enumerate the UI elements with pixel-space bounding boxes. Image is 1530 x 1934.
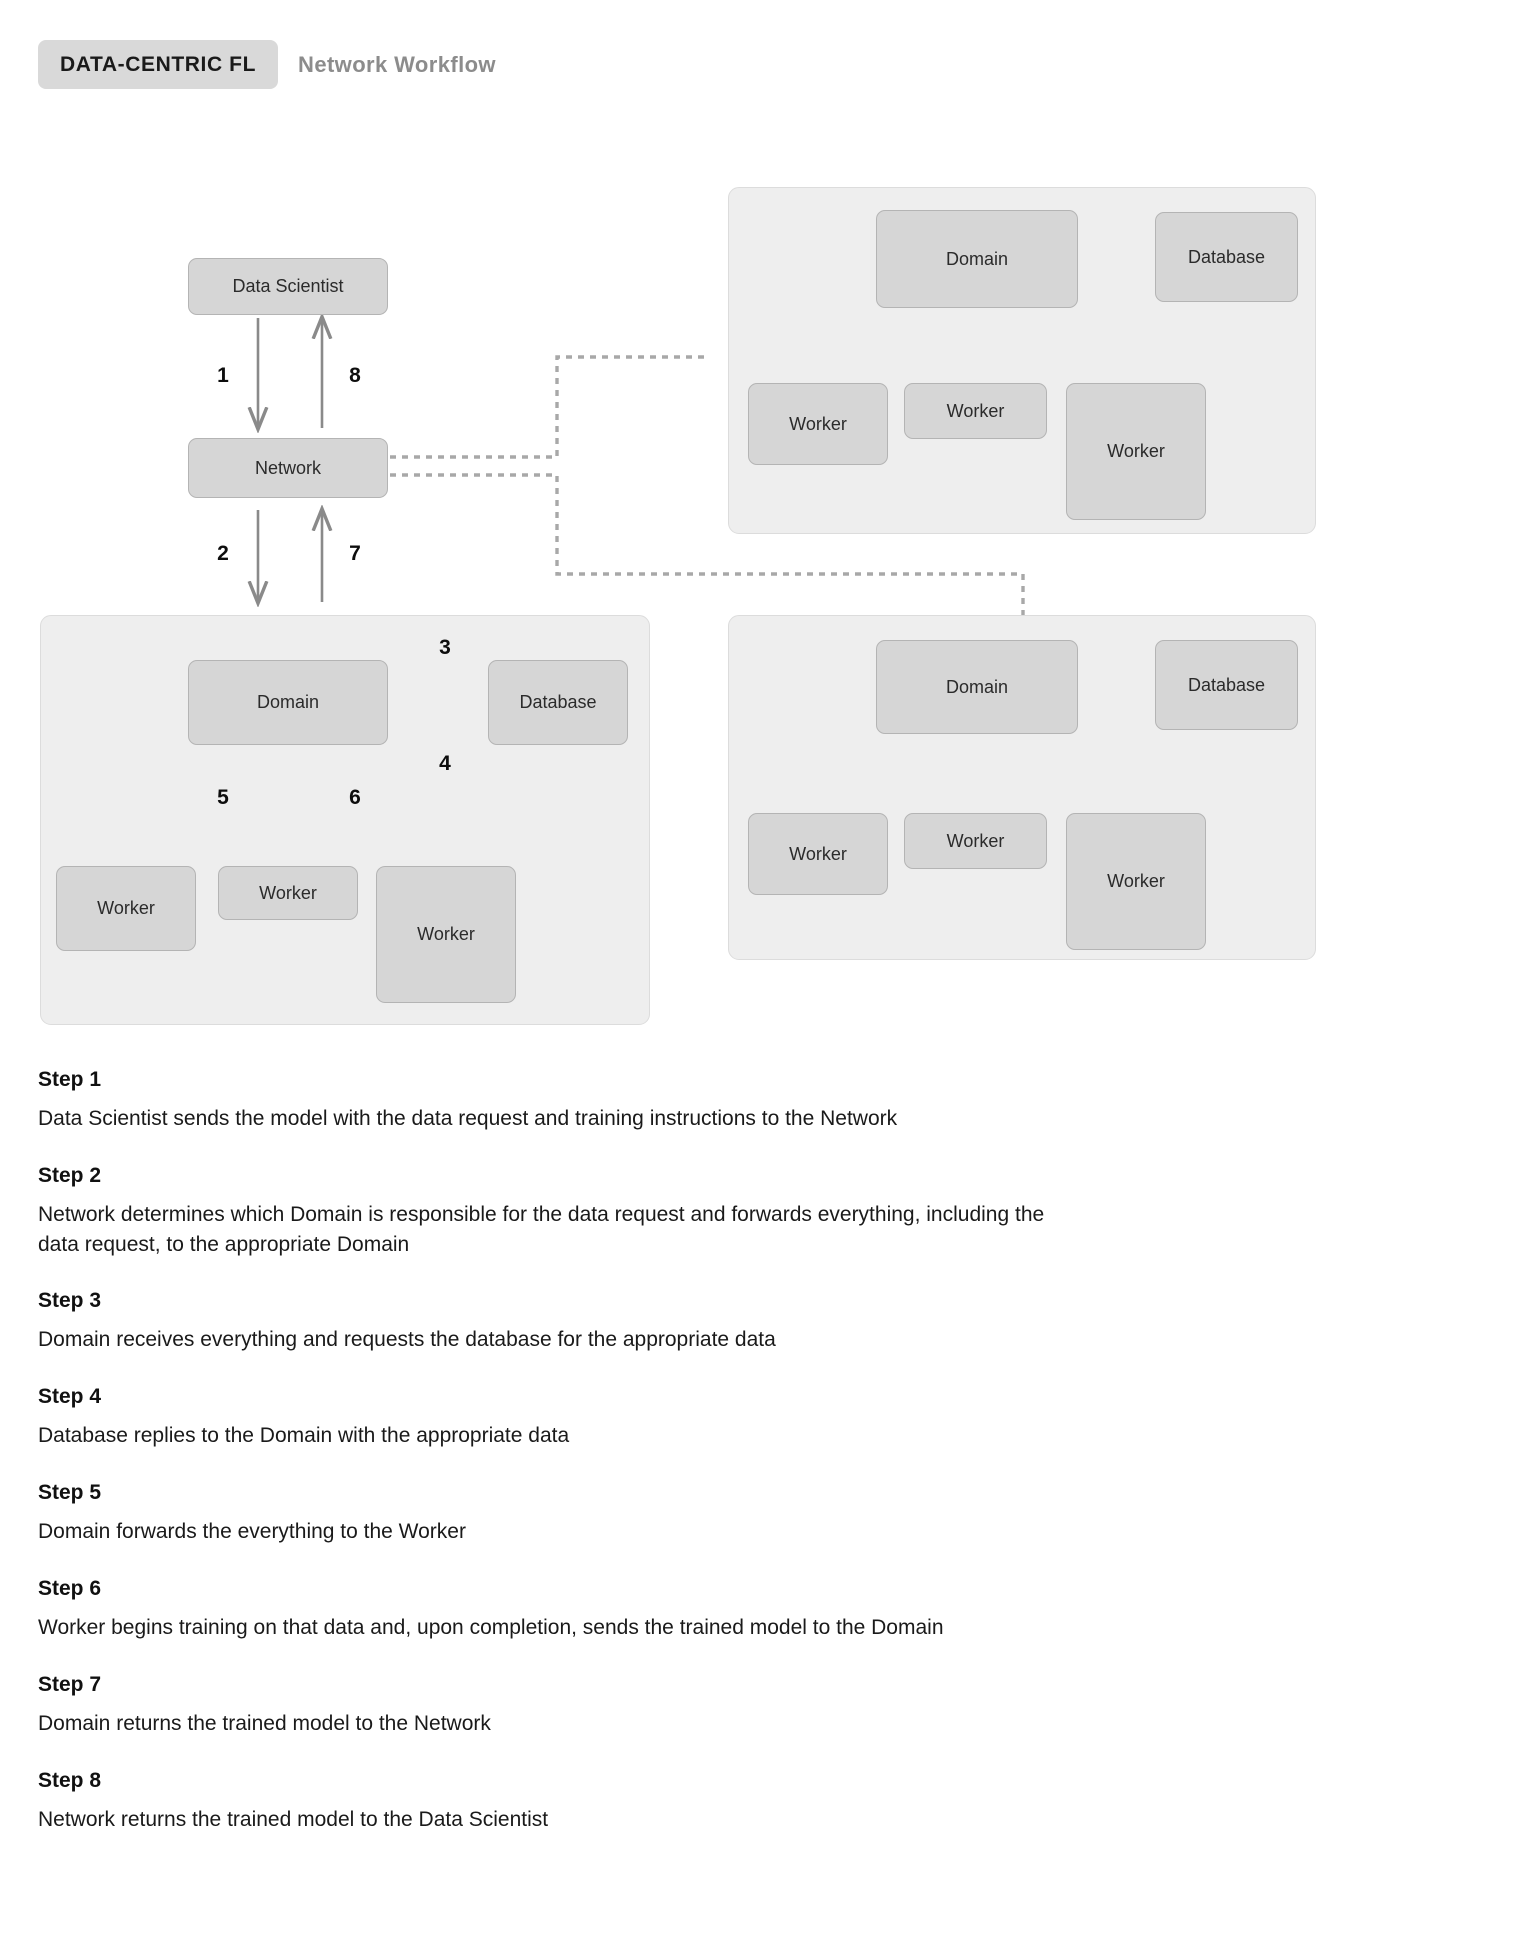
edge-label-3: 3 xyxy=(439,636,451,659)
node-worker-left-top-right[interactable]: Worker xyxy=(748,383,888,465)
steps-list: Step 1 Data Scientist sends the model wi… xyxy=(38,1068,1048,1864)
step-item: Step 5 Domain forwards the everything to… xyxy=(38,1481,1048,1547)
node-worker-right-bottom-left[interactable]: Worker xyxy=(376,866,516,1003)
step-item: Step 7 Domain returns the trained model … xyxy=(38,1673,1048,1739)
node-worker-left-bottom-left[interactable]: Worker xyxy=(56,866,196,951)
step-body: Domain receives everything and requests … xyxy=(38,1328,776,1352)
step-title: Step 1 xyxy=(38,1068,102,1091)
edge-label-1: 1 xyxy=(217,364,229,387)
step-title: Step 4 xyxy=(38,1385,102,1409)
node-worker-mid-top-right[interactable]: Worker xyxy=(904,383,1047,439)
step-body: Worker begins training on that data and,… xyxy=(38,1615,944,1639)
node-network[interactable]: Network xyxy=(188,438,388,498)
workflow-diagram: Domain Database Worker Worker Worker Dat… xyxy=(0,0,1530,1040)
step-title: Step 7 xyxy=(38,1672,102,1696)
edge-label-4: 4 xyxy=(439,752,451,775)
step-item: Step 6 Worker begins training on that da… xyxy=(38,1577,1048,1643)
node-worker-mid-bottom-left[interactable]: Worker xyxy=(218,866,358,920)
edge-label-6: 6 xyxy=(349,786,361,809)
step-title: Step 3 xyxy=(38,1289,102,1313)
node-database-top-right[interactable]: Database xyxy=(1155,212,1298,302)
node-worker-left-bottom-right[interactable]: Worker xyxy=(748,813,888,895)
step-body: Domain forwards the everything to the Wo… xyxy=(38,1520,466,1544)
step-body: Network determines which Domain is respo… xyxy=(38,1202,1045,1256)
edge-label-8: 8 xyxy=(349,364,361,387)
step-item: Step 4 Database replies to the Domain wi… xyxy=(38,1385,1048,1451)
step-item: Step 8 Network returns the trained model… xyxy=(38,1769,1048,1835)
step-title: Step 6 xyxy=(38,1576,102,1600)
step-title: Step 2 xyxy=(38,1163,102,1187)
step-body: Network returns the trained model to the… xyxy=(38,1807,549,1831)
step-body: Database replies to the Domain with the … xyxy=(38,1424,570,1448)
edge-label-5: 5 xyxy=(217,786,229,809)
node-worker-mid-bottom-right[interactable]: Worker xyxy=(904,813,1047,869)
node-database-bottom-right[interactable]: Database xyxy=(1155,640,1298,730)
node-domain-bottom-left[interactable]: Domain xyxy=(188,660,388,745)
step-title: Step 5 xyxy=(38,1481,102,1505)
step-body: Data Scientist sends the model with the … xyxy=(38,1107,898,1130)
node-domain-top-right[interactable]: Domain xyxy=(876,210,1078,308)
node-data-scientist[interactable]: Data Scientist xyxy=(188,258,388,315)
edge-label-7: 7 xyxy=(349,542,361,565)
step-item: Step 2 Network determines which Domain i… xyxy=(38,1164,1048,1260)
step-item: Step 3 Domain receives everything and re… xyxy=(38,1289,1048,1355)
step-item: Step 1 Data Scientist sends the model wi… xyxy=(38,1068,1048,1134)
node-worker-right-bottom-right[interactable]: Worker xyxy=(1066,813,1206,950)
node-database-bottom-left[interactable]: Database xyxy=(488,660,628,745)
node-worker-right-top-right[interactable]: Worker xyxy=(1066,383,1206,520)
node-domain-bottom-right[interactable]: Domain xyxy=(876,640,1078,734)
page-root: DATA-CENTRIC FL Network Workflow Domain … xyxy=(0,0,1530,1934)
step-body: Domain returns the trained model to the … xyxy=(38,1711,491,1735)
dotted-route-network-to-top-domain xyxy=(390,355,710,459)
step-title: Step 8 xyxy=(38,1768,102,1792)
edge-label-2: 2 xyxy=(217,542,229,565)
